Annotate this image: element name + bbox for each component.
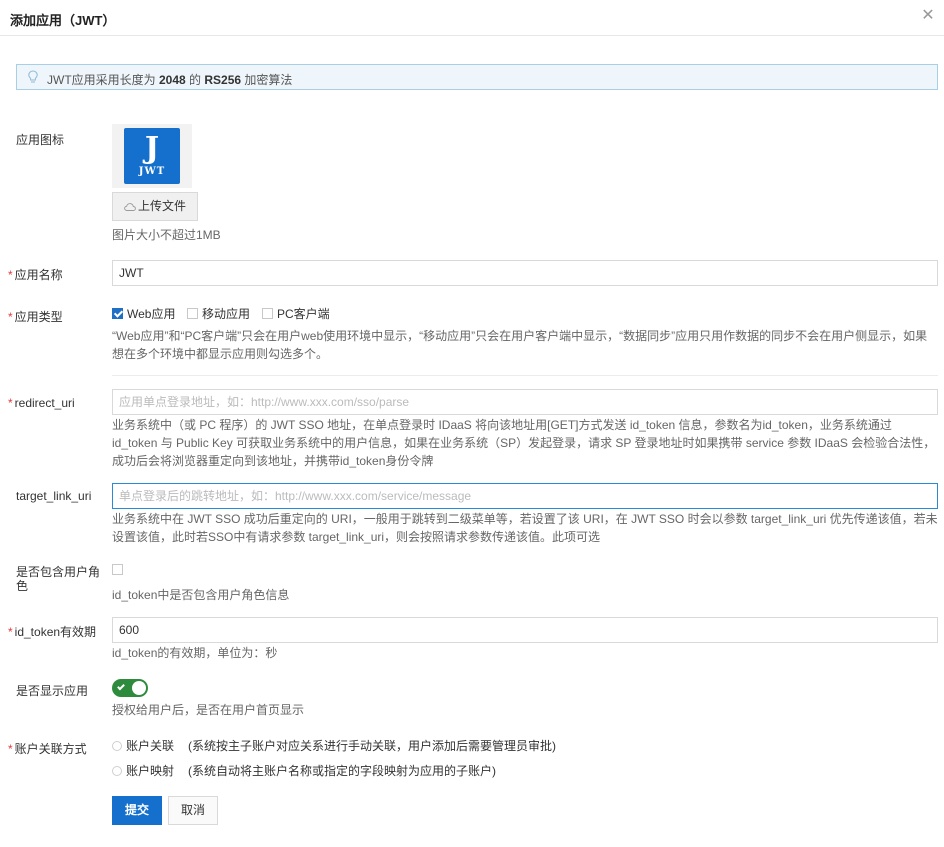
role-help: id_token中是否包含用户角色信息 (112, 588, 290, 602)
link-mapping-radio[interactable]: 账户映射 (系统自动将主账户名称或指定的字段映射为应用的子账户) (112, 762, 496, 779)
target-label: target_link_uri (16, 489, 92, 503)
redirect-label: * redirect_uri (8, 396, 75, 410)
type-mobile-checkbox[interactable]: 移动应用 (187, 305, 250, 322)
jwt-logo: J JWT (124, 128, 180, 184)
id-token-expiry-input[interactable] (112, 617, 938, 643)
dialog-title: 添加应用（JWT） (10, 13, 116, 28)
icon-label: 应用图标 (16, 133, 65, 147)
checkbox-icon (112, 564, 123, 575)
checkbox-checked-icon (112, 308, 123, 319)
radio-icon (112, 765, 122, 776)
redirect-help: 业务系统中（或 PC 程序）的 JWT SSO 地址，在单点登录时 IDaaS … (112, 418, 936, 468)
role-label: 是否包含用户角色 (16, 565, 101, 593)
app-name-input[interactable] (112, 260, 938, 286)
display-app-toggle[interactable] (112, 679, 148, 697)
type-help: “Web应用”和“PC客户端”只会在用户web使用环境中显示，“移动应用”只会在… (112, 329, 928, 361)
include-role-checkbox[interactable] (112, 564, 127, 575)
expiry-label: * id_token有效期 (8, 625, 97, 639)
app-icon-preview: J JWT (112, 124, 192, 188)
check-icon (117, 682, 125, 691)
upload-file-button[interactable]: 上传文件 (112, 192, 198, 221)
link-manual-radio[interactable]: 账户关联 (系统按主子账户对应关系进行手动关联，用户添加后需要管理员审批) (112, 737, 556, 754)
close-icon[interactable]: ✕ (918, 6, 938, 26)
checkbox-icon (262, 308, 273, 319)
checkbox-icon (187, 308, 198, 319)
submit-button[interactable]: 提交 (112, 796, 162, 825)
divider (112, 375, 938, 376)
display-label: 是否显示应用 (16, 684, 89, 698)
display-help: 授权给用户后，是否在用户首页显示 (112, 703, 305, 717)
redirect-uri-input[interactable] (112, 389, 938, 415)
target-help: 业务系统中在 JWT SSO 成功后重定向的 URI，一般用于跳转到二级菜单等，… (112, 512, 938, 544)
expiry-help: id_token的有效期，单位为：秒 (112, 646, 278, 660)
target-link-uri-input[interactable] (112, 483, 938, 509)
name-label: * 应用名称 (8, 268, 63, 282)
type-label: * 应用类型 (8, 310, 63, 324)
cancel-button[interactable]: 取消 (168, 796, 218, 825)
notice-text: JWT应用采用长度为 2048 的 RS256 加密算法 (47, 73, 293, 87)
link-label: * 账户关联方式 (8, 742, 87, 756)
type-pc-checkbox[interactable]: PC客户端 (262, 305, 330, 322)
icon-help: 图片大小不超过1MB (112, 228, 221, 242)
type-web-checkbox[interactable]: Web应用 (112, 305, 175, 322)
dialog-header: 添加应用（JWT） ✕ (0, 0, 944, 36)
algorithm: RS256 (204, 73, 242, 87)
key-length: 2048 (159, 73, 186, 87)
lightbulb-icon (28, 70, 38, 83)
radio-icon (112, 740, 122, 751)
info-notice: JWT应用采用长度为 2048 的 RS256 加密算法 (16, 64, 938, 90)
cloud-upload-icon (124, 202, 136, 211)
